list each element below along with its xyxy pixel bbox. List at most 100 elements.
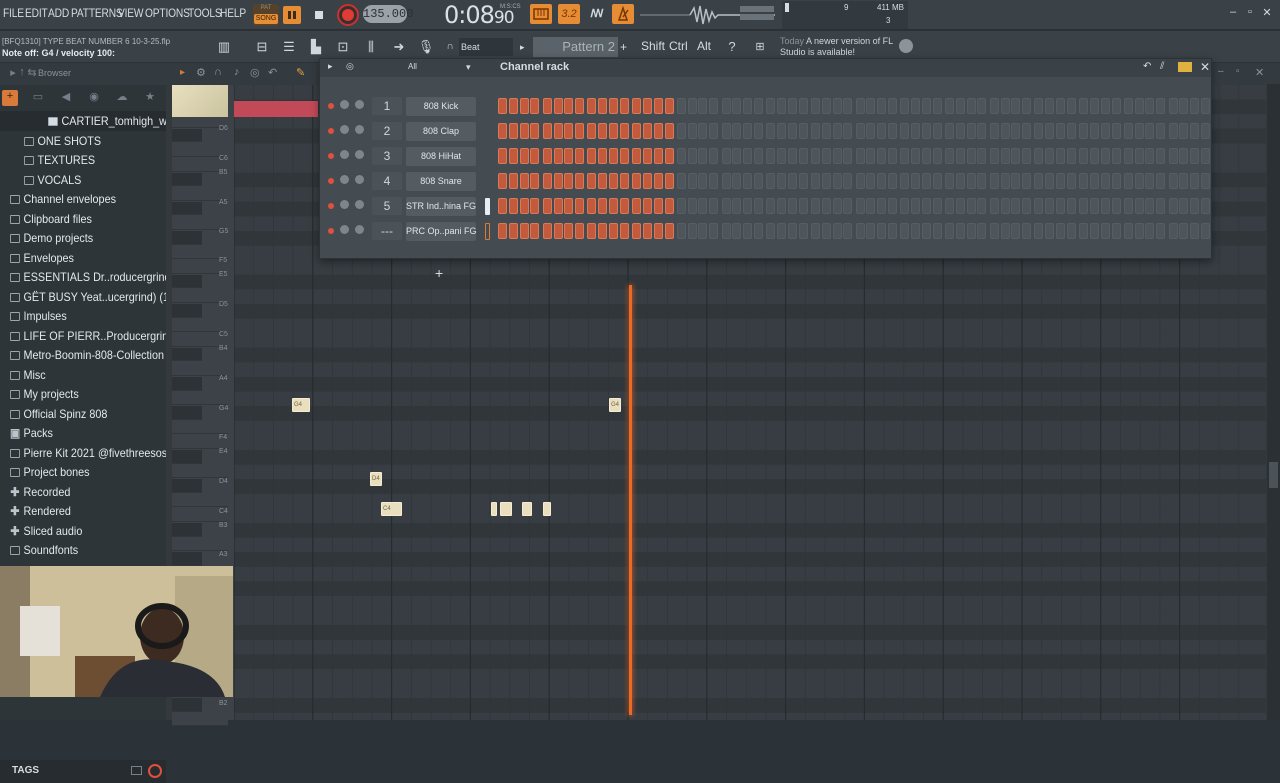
step-button[interactable] <box>798 123 808 139</box>
step-button[interactable] <box>1000 123 1010 139</box>
step-button[interactable] <box>1022 98 1032 114</box>
step-button[interactable] <box>709 173 719 189</box>
step-button[interactable] <box>821 198 831 214</box>
midi-note[interactable] <box>522 502 532 516</box>
step-button[interactable] <box>587 223 597 239</box>
step-button[interactable] <box>955 98 965 114</box>
step-button[interactable] <box>732 173 742 189</box>
channel-rack-icon[interactable]: ☰ <box>280 38 298 56</box>
step-button[interactable] <box>1145 223 1155 239</box>
browser-speaker-icon[interactable]: ◀ <box>58 90 74 106</box>
browser-cloud-icon[interactable]: ☁ <box>114 90 130 106</box>
step-button[interactable] <box>900 223 910 239</box>
step-button[interactable] <box>564 123 574 139</box>
step-button[interactable] <box>787 198 797 214</box>
channel-name-button[interactable]: 808 Kick <box>406 97 476 116</box>
step-button[interactable] <box>932 173 942 189</box>
white-key[interactable] <box>172 493 228 508</box>
step-button[interactable] <box>587 123 597 139</box>
step-button[interactable] <box>1034 123 1044 139</box>
channel-mute-led[interactable] <box>328 103 334 109</box>
step-button[interactable] <box>911 148 921 164</box>
channel-volume-knob[interactable] <box>355 100 364 109</box>
channel-mute-led[interactable] <box>328 178 334 184</box>
channel-mixer-track[interactable]: 1 <box>372 97 402 115</box>
step-button[interactable] <box>989 98 999 114</box>
globe-icon[interactable] <box>899 39 913 53</box>
cr-steps-icon[interactable] <box>1178 62 1192 72</box>
step-button[interactable] <box>810 223 820 239</box>
step-button[interactable] <box>732 148 742 164</box>
channel-volume-knob[interactable] <box>355 200 364 209</box>
menu-help[interactable]: HELP <box>220 6 246 20</box>
playback-icon[interactable]: ♪ <box>234 66 240 78</box>
step-button[interactable] <box>921 148 931 164</box>
search-icon[interactable] <box>148 764 162 778</box>
step-button[interactable] <box>1079 148 1089 164</box>
channel-select-indicator[interactable] <box>485 123 490 140</box>
black-key[interactable] <box>172 450 202 464</box>
step-button[interactable] <box>743 173 753 189</box>
browser-item[interactable]: Pierre Kit 2021 @fivethreesosa <box>10 446 173 465</box>
step-button[interactable] <box>787 223 797 239</box>
step-button[interactable] <box>519 148 529 164</box>
step-button[interactable] <box>1034 173 1044 189</box>
channel-select-indicator[interactable] <box>485 98 490 115</box>
step-button[interactable] <box>900 123 910 139</box>
step-button[interactable] <box>1145 98 1155 114</box>
step-button[interactable] <box>664 223 674 239</box>
browser-all-icon[interactable]: + <box>2 90 18 106</box>
step-button[interactable] <box>1190 98 1200 114</box>
step-button[interactable] <box>966 148 976 164</box>
step-button[interactable] <box>632 198 642 214</box>
step-button[interactable] <box>798 148 808 164</box>
step-button[interactable] <box>955 148 965 164</box>
step-button[interactable] <box>542 148 552 164</box>
step-button[interactable] <box>921 123 931 139</box>
step-button[interactable] <box>1134 198 1144 214</box>
step-button[interactable] <box>945 123 954 139</box>
channel-mixer-track[interactable]: 4 <box>372 172 402 190</box>
step-button[interactable] <box>653 223 663 239</box>
step-button[interactable] <box>632 98 642 114</box>
step-button[interactable] <box>1123 173 1133 189</box>
step-button[interactable] <box>977 198 987 214</box>
channel-mute-led[interactable] <box>328 128 334 134</box>
step-button[interactable] <box>519 98 529 114</box>
step-button[interactable] <box>743 198 753 214</box>
filter-dropdown-icon[interactable]: ▾ <box>466 62 471 73</box>
step-button[interactable] <box>1168 123 1178 139</box>
tag-folder-icon[interactable] <box>131 766 142 775</box>
cr-graph-icon[interactable]: ⫽ <box>1160 61 1164 72</box>
step-button[interactable] <box>798 173 808 189</box>
browser-item[interactable]: Soundfonts <box>10 543 78 562</box>
step-button[interactable] <box>1011 148 1021 164</box>
step-button[interactable] <box>900 173 910 189</box>
snap-select[interactable]: Beat <box>459 38 513 56</box>
step-button[interactable] <box>1156 198 1166 214</box>
add-pattern-button[interactable]: + <box>620 38 630 56</box>
channel-volume-knob[interactable] <box>355 150 364 159</box>
magnet-tool-icon[interactable]: ∩ <box>214 66 222 78</box>
step-button[interactable] <box>1179 98 1189 114</box>
step-button[interactable] <box>945 223 954 239</box>
step-button[interactable] <box>676 198 686 214</box>
undo-icon[interactable]: ↶ <box>268 66 277 79</box>
step-button[interactable] <box>1179 148 1189 164</box>
channel-mute-led[interactable] <box>328 203 334 209</box>
browser-icon[interactable]: ⊡ <box>334 38 352 56</box>
step-button[interactable] <box>721 223 731 239</box>
black-key[interactable] <box>172 128 202 143</box>
step-button[interactable] <box>721 198 731 214</box>
midi-note[interactable] <box>500 502 512 516</box>
step-button[interactable] <box>564 173 574 189</box>
step-button[interactable] <box>888 148 897 164</box>
step-button[interactable] <box>1011 223 1021 239</box>
piano-roll-menu-arrow-icon[interactable]: ▸ <box>180 67 185 78</box>
step-button[interactable] <box>1089 198 1099 214</box>
pr-minimize-button[interactable]: – <box>1218 66 1224 77</box>
step-button[interactable] <box>575 223 585 239</box>
cr-undo-icon[interactable]: ↶ <box>1143 61 1151 72</box>
step-button[interactable] <box>866 198 876 214</box>
midi-note[interactable]: G4 <box>609 398 621 412</box>
